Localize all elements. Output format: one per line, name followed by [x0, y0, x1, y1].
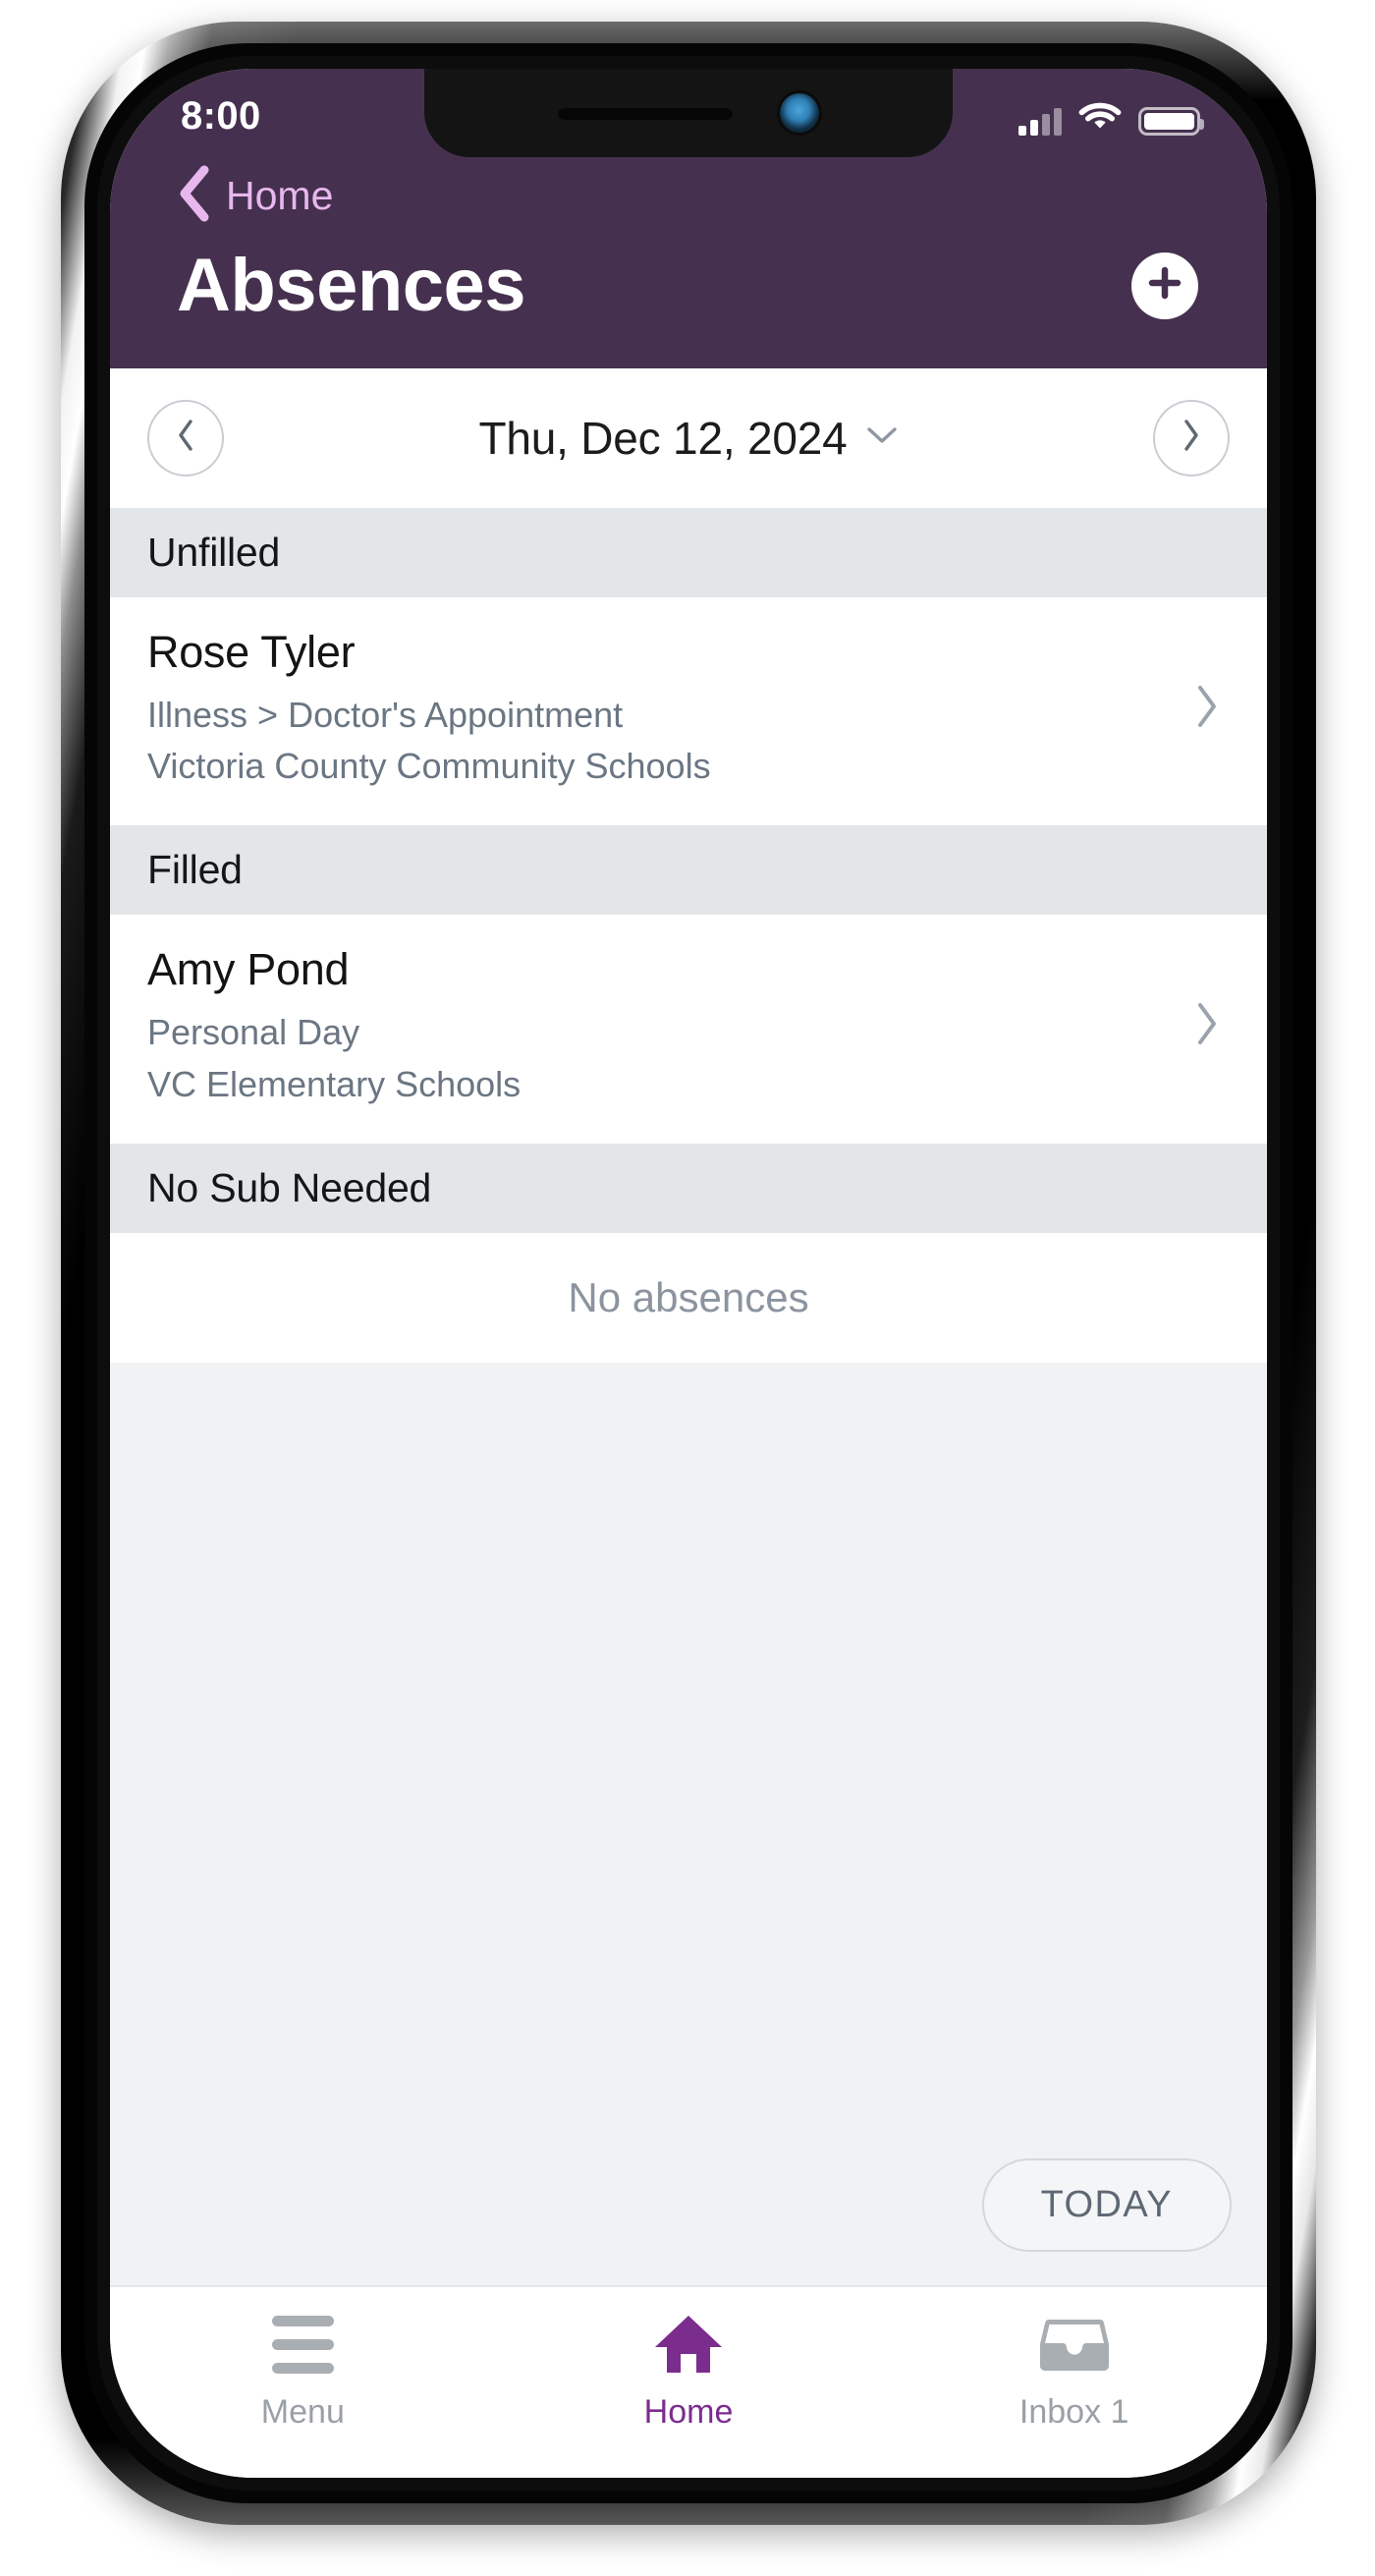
tab-home-label: Home [643, 2393, 734, 2431]
header-title-row: Absences [110, 231, 1267, 368]
absences-list: Unfilled Rose Tyler Illness > Doctor's A… [110, 507, 1267, 2285]
wifi-icon [1078, 99, 1122, 136]
chevron-left-icon [177, 165, 210, 227]
chevron-right-icon [1194, 684, 1224, 734]
page-title: Absences [177, 244, 526, 327]
hamburger-menu-icon [271, 2313, 334, 2376]
chevron-down-icon [865, 424, 899, 451]
cellular-signal-icon [1018, 107, 1062, 136]
section-header-unfilled: Unfilled [110, 507, 1267, 597]
add-absence-button[interactable] [1131, 252, 1198, 319]
home-icon [652, 2313, 725, 2376]
date-selector[interactable]: Thu, Dec 12, 2024 [478, 412, 898, 465]
tab-menu-label: Menu [260, 2393, 345, 2431]
absence-row[interactable]: Rose Tyler Illness > Doctor's Appointmen… [110, 596, 1267, 826]
absence-reason: Illness > Doctor's Appointment [147, 694, 624, 735]
today-button[interactable]: TODAY [981, 2158, 1232, 2252]
bottom-tab-bar: Menu Home Inbox 1 [110, 2285, 1267, 2478]
absence-school: Victoria County Community Schools [147, 746, 711, 787]
section-header-no-sub-needed: No Sub Needed [110, 1143, 1267, 1233]
previous-day-button[interactable] [147, 399, 224, 476]
absence-row-details: Amy Pond Personal Day VC Elementary Scho… [147, 944, 521, 1107]
tab-inbox-label: Inbox 1 [1018, 2393, 1129, 2431]
chevron-right-icon [1194, 1001, 1224, 1051]
battery-icon [1138, 106, 1204, 136]
display-notch [424, 69, 953, 157]
absence-reason: Personal Day [147, 1012, 360, 1053]
absence-employee-name: Rose Tyler [147, 626, 356, 677]
today-button-wrapper: TODAY [981, 2158, 1232, 2252]
date-navigation-bar: Thu, Dec 12, 2024 [110, 367, 1267, 508]
phone-screen: 8:00 Home Absences Thu, Dec 12, 2024 Unf… [110, 69, 1267, 2478]
status-bar-icons [1018, 91, 1204, 136]
back-navigation[interactable]: Home [110, 157, 1267, 231]
empty-state-message: No absences [110, 1232, 1267, 1363]
absence-row-details: Rose Tyler Illness > Doctor's Appointmen… [147, 627, 711, 790]
absence-row[interactable]: Amy Pond Personal Day VC Elementary Scho… [110, 915, 1267, 1144]
chevron-left-icon [176, 419, 195, 457]
list-spacer [110, 1362, 1267, 2285]
screenshot-stage: 8:00 Home Absences Thu, Dec 12, 2024 Unf… [0, 0, 1375, 2576]
back-link-label: Home [226, 173, 334, 218]
current-date-label: Thu, Dec 12, 2024 [478, 412, 848, 464]
status-bar-clock: 8:00 [181, 94, 261, 138]
tab-inbox[interactable]: Inbox 1 [881, 2313, 1267, 2432]
chevron-right-icon [1182, 419, 1201, 457]
plus-circle-icon [1145, 263, 1184, 308]
earpiece-speaker-icon [558, 106, 733, 120]
inbox-icon [1039, 2313, 1109, 2376]
tab-home[interactable]: Home [496, 2313, 882, 2432]
next-day-button[interactable] [1152, 399, 1230, 476]
absence-employee-name: Amy Pond [147, 944, 350, 995]
tab-menu[interactable]: Menu [110, 2313, 496, 2432]
section-header-filled: Filled [110, 825, 1267, 916]
front-camera-icon [780, 93, 819, 133]
absence-school: VC Elementary Schools [147, 1063, 522, 1104]
